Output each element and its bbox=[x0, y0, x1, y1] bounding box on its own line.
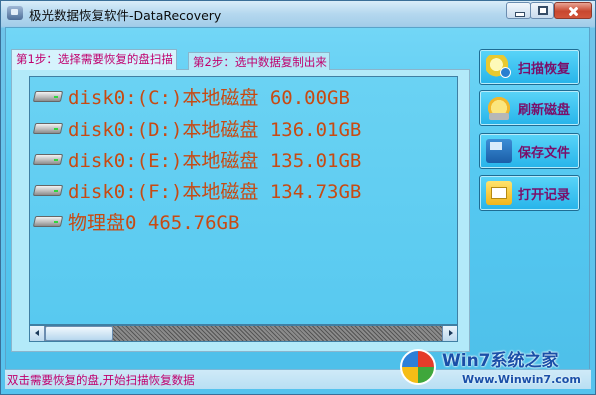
status-text: 双击需要恢复的盘,开始扫描恢复数据 bbox=[7, 373, 195, 387]
hard-drive-icon bbox=[32, 214, 64, 228]
disk-label: disk0:(C:)本地磁盘 60.00GB bbox=[68, 86, 350, 109]
magnifier-icon bbox=[486, 55, 512, 79]
open-log-icon bbox=[486, 181, 512, 205]
tab-step1-scan[interactable]: 第1步：选择需要恢复的盘扫描 bbox=[11, 49, 177, 70]
scan-recover-label: 扫描恢复 bbox=[518, 61, 571, 77]
save-file-label: 保存文件 bbox=[518, 145, 571, 161]
save-file-icon bbox=[486, 139, 512, 163]
disk-item-f[interactable]: disk0:(F:)本地磁盘 134.73GB bbox=[32, 177, 362, 203]
scan-recover-button[interactable]: 扫描恢复 bbox=[479, 49, 580, 85]
tab-step2-copy[interactable]: 第2步：选中数据复制出来 bbox=[188, 52, 330, 70]
window-title: 极光数据恢复软件-DataRecovery bbox=[29, 8, 222, 23]
scroll-left-arrow-icon[interactable] bbox=[30, 326, 45, 341]
minimize-button[interactable] bbox=[506, 2, 531, 19]
disk-label: 物理盘0 465.76GB bbox=[68, 211, 240, 234]
disk-list[interactable]: disk0:(C:)本地磁盘 60.00GB disk0:(D:)本地磁盘 13… bbox=[29, 76, 458, 325]
refresh-disk-icon bbox=[486, 96, 512, 120]
title-bar[interactable]: 极光数据恢复软件-DataRecovery bbox=[1, 1, 595, 26]
disk-label: disk0:(D:)本地磁盘 136.01GB bbox=[68, 118, 362, 141]
app-icon bbox=[7, 6, 23, 20]
disk-item-e[interactable]: disk0:(E:)本地磁盘 135.01GB bbox=[32, 146, 362, 172]
disk-item-d[interactable]: disk0:(D:)本地磁盘 136.01GB bbox=[32, 115, 362, 141]
disk-label: disk0:(F:)本地磁盘 134.73GB bbox=[68, 180, 362, 203]
hard-drive-icon bbox=[32, 89, 64, 103]
disk-label: disk0:(E:)本地磁盘 135.01GB bbox=[68, 149, 362, 172]
horizontal-scrollbar[interactable] bbox=[29, 325, 458, 342]
status-bar: 双击需要恢复的盘,开始扫描恢复数据 bbox=[5, 369, 591, 389]
hard-drive-icon bbox=[32, 152, 64, 166]
scroll-right-arrow-icon[interactable] bbox=[442, 326, 457, 341]
refresh-disk-button[interactable]: 刷新磁盘 bbox=[479, 90, 580, 126]
open-log-button[interactable]: 打开记录 bbox=[479, 175, 580, 211]
scrollbar-thumb[interactable] bbox=[45, 326, 113, 341]
hard-drive-icon bbox=[32, 121, 64, 135]
save-file-button[interactable]: 保存文件 bbox=[479, 133, 580, 169]
close-button[interactable] bbox=[554, 2, 592, 19]
maximize-button[interactable] bbox=[530, 2, 554, 19]
disk-item-physical0[interactable]: 物理盘0 465.76GB bbox=[32, 208, 240, 234]
disk-item-c[interactable]: disk0:(C:)本地磁盘 60.00GB bbox=[32, 83, 350, 109]
refresh-disk-label: 刷新磁盘 bbox=[518, 102, 571, 118]
hard-drive-icon bbox=[32, 183, 64, 197]
open-log-label: 打开记录 bbox=[518, 187, 571, 203]
